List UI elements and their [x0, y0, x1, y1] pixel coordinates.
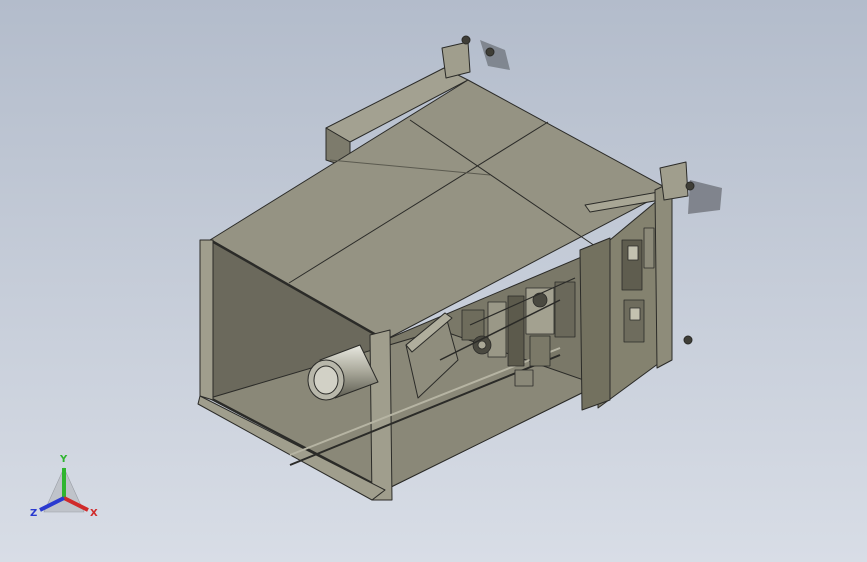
- cad-viewport[interactable]: Y X Z: [0, 0, 867, 562]
- right-rear-post: [654, 181, 673, 369]
- y-axis-label: Y: [59, 454, 68, 465]
- graphics-area[interactable]: Y X Z: [0, 0, 867, 562]
- front-post-left: [199, 239, 214, 401]
- right-front-post: [579, 237, 611, 411]
- z-axis-label: Z: [30, 508, 37, 519]
- x-axis-label: X: [90, 508, 98, 519]
